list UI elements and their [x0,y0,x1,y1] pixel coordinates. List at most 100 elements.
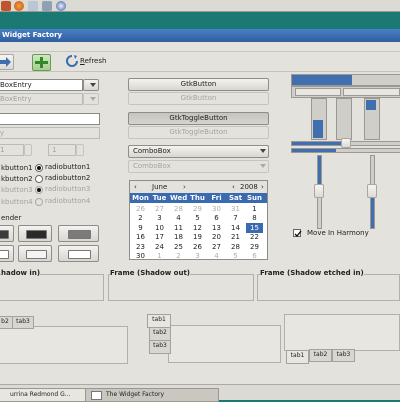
frame-shadow-out-title: Frame (Shadow out) [110,269,190,277]
plus-icon [35,57,48,68]
color-button-5[interactable] [18,245,52,262]
window-titlebar[interactable]: Widget Factory [0,29,400,42]
text-entry-2: y [0,127,100,139]
combobox-disabled: ComboBox [128,160,269,173]
add-button[interactable] [32,54,51,71]
calendar-day[interactable]: 2 [170,251,187,261]
calendar-month: June [152,183,168,191]
menu-icon[interactable] [1,1,11,11]
menubar [0,42,400,52]
browser-icon[interactable] [14,1,24,11]
spin-button-1[interactable]: 1 [0,144,24,156]
notebook-left-tab-1[interactable]: tab1 [147,314,171,328]
calendar-day[interactable]: 6 [246,251,263,261]
calendar: ‹ June › ‹ 2008 › Mon Tue Wed Thu Fri Sat Sun … [129,180,268,260]
toolbar: Refresh [0,52,400,72]
prev-year-button[interactable]: ‹ [232,183,235,191]
mail-icon[interactable] [28,1,38,11]
move-in-harmony-label[interactable]: Move In Harmony [307,229,369,237]
gtk-button[interactable]: GtkButton [128,78,269,91]
combo-entry-1-toggle[interactable] [83,79,99,91]
checkbutton-4-label: kbutton4 [1,198,33,206]
calendar-day[interactable]: 1 [151,251,168,261]
calendar-weekday: Mon [132,194,149,202]
calendar-day[interactable]: 4 [208,251,225,261]
notebook-bottom-tab-2[interactable]: tab2 [309,349,332,362]
top-panel [0,0,400,12]
scale-vertical-1-handle[interactable] [314,184,324,198]
checkbutton-2-label[interactable]: kbutton2 [1,175,33,183]
calendar-year: 2008 [240,183,258,191]
color-button-1[interactable] [0,225,14,242]
notebook-left-page [168,325,281,363]
scale-fill [318,156,321,185]
color-swatch [0,250,9,259]
render-label: ender [1,214,22,222]
color-swatch [26,230,47,239]
next-year-button[interactable]: › [261,183,264,191]
scale-vertical-2-handle[interactable] [367,184,377,198]
color-swatch [68,250,91,259]
color-button-2[interactable] [18,225,52,242]
chevron-down-icon [90,97,96,101]
calendar-week-row: 30 1 2 3 4 5 6 [130,251,267,261]
chevron-down-icon [260,164,266,168]
progress-bar-vertical-3 [364,98,380,140]
toggle-button[interactable]: GtkToggleButton [128,112,269,125]
notebook-top-tab-3[interactable]: tab3 [12,316,34,329]
color-swatch [0,230,9,239]
combobox-value: ComboBox [133,147,171,155]
radiobutton-2[interactable] [35,175,43,183]
move-in-harmony-checkbox[interactable] [293,229,302,238]
refresh-icon [66,55,78,67]
frame-shadow-etched-in [257,274,400,301]
prev-month-button[interactable]: ‹ [134,183,137,191]
refresh-label: Refresh [80,57,107,65]
globe-icon[interactable] [56,1,66,11]
calendar-weekday: Fri [211,194,222,202]
scale-horizontal-2[interactable] [291,148,400,153]
color-button-6[interactable] [58,245,99,262]
scale-fill [292,149,336,152]
calendar-header: ‹ June › ‹ 2008 › [130,181,267,193]
checkbutton-1-label[interactable]: kbutton1 [1,164,33,172]
spin-button-1-arrows[interactable] [24,144,32,156]
radiobutton-2-label[interactable]: radiobutton2 [45,174,90,182]
text-entry-1[interactable] [0,113,100,125]
progress-fill [366,100,376,110]
frame-shadow-in-title: hadow in) [1,269,41,277]
progress-bar-horizontal-1 [291,74,400,86]
window-title: Widget Factory [2,31,63,39]
spin-button-2: 1 [48,144,76,156]
scale-horizontal-1-handle[interactable] [341,138,351,148]
next-month-button[interactable]: › [183,183,186,191]
notebook-left-tab-3[interactable]: tab3 [149,340,171,354]
calendar-day[interactable]: 30 [132,251,149,261]
radiobutton-4 [35,198,43,206]
radiobutton-1[interactable] [35,164,43,172]
calendar-day[interactable]: 5 [227,251,244,261]
back-button[interactable] [0,54,14,70]
progress-segment [295,88,341,96]
scale-fill [292,142,347,145]
calendar-weekday: Thu [190,194,205,202]
notebook-top-page [0,326,128,364]
color-swatch [68,230,91,239]
combobox[interactable]: ComboBox [128,145,269,158]
progress-fill [313,120,323,138]
calendar-day[interactable]: 3 [189,251,206,261]
progress-bar-vertical-1 [311,98,327,140]
combo-entry-1[interactable]: BoxEntry [0,79,83,91]
calendar-weekday: Sat [228,194,243,202]
calendar-weekday: Sun [246,194,262,202]
notebook-bottom-tab-1[interactable]: tab1 [286,350,309,364]
radiobutton-1-label[interactable]: radiobutton1 [45,163,90,171]
printer-icon[interactable] [42,1,52,11]
window-icon [91,391,102,400]
notebook-left-tab-2[interactable]: tab2 [149,327,171,341]
color-button-4[interactable] [0,245,14,262]
taskbar-item-label: The Widget Factory [106,391,165,398]
color-button-3[interactable] [58,225,99,242]
refresh-button[interactable]: Refresh [66,55,110,68]
notebook-bottom-tab-3[interactable]: tab3 [332,349,355,362]
